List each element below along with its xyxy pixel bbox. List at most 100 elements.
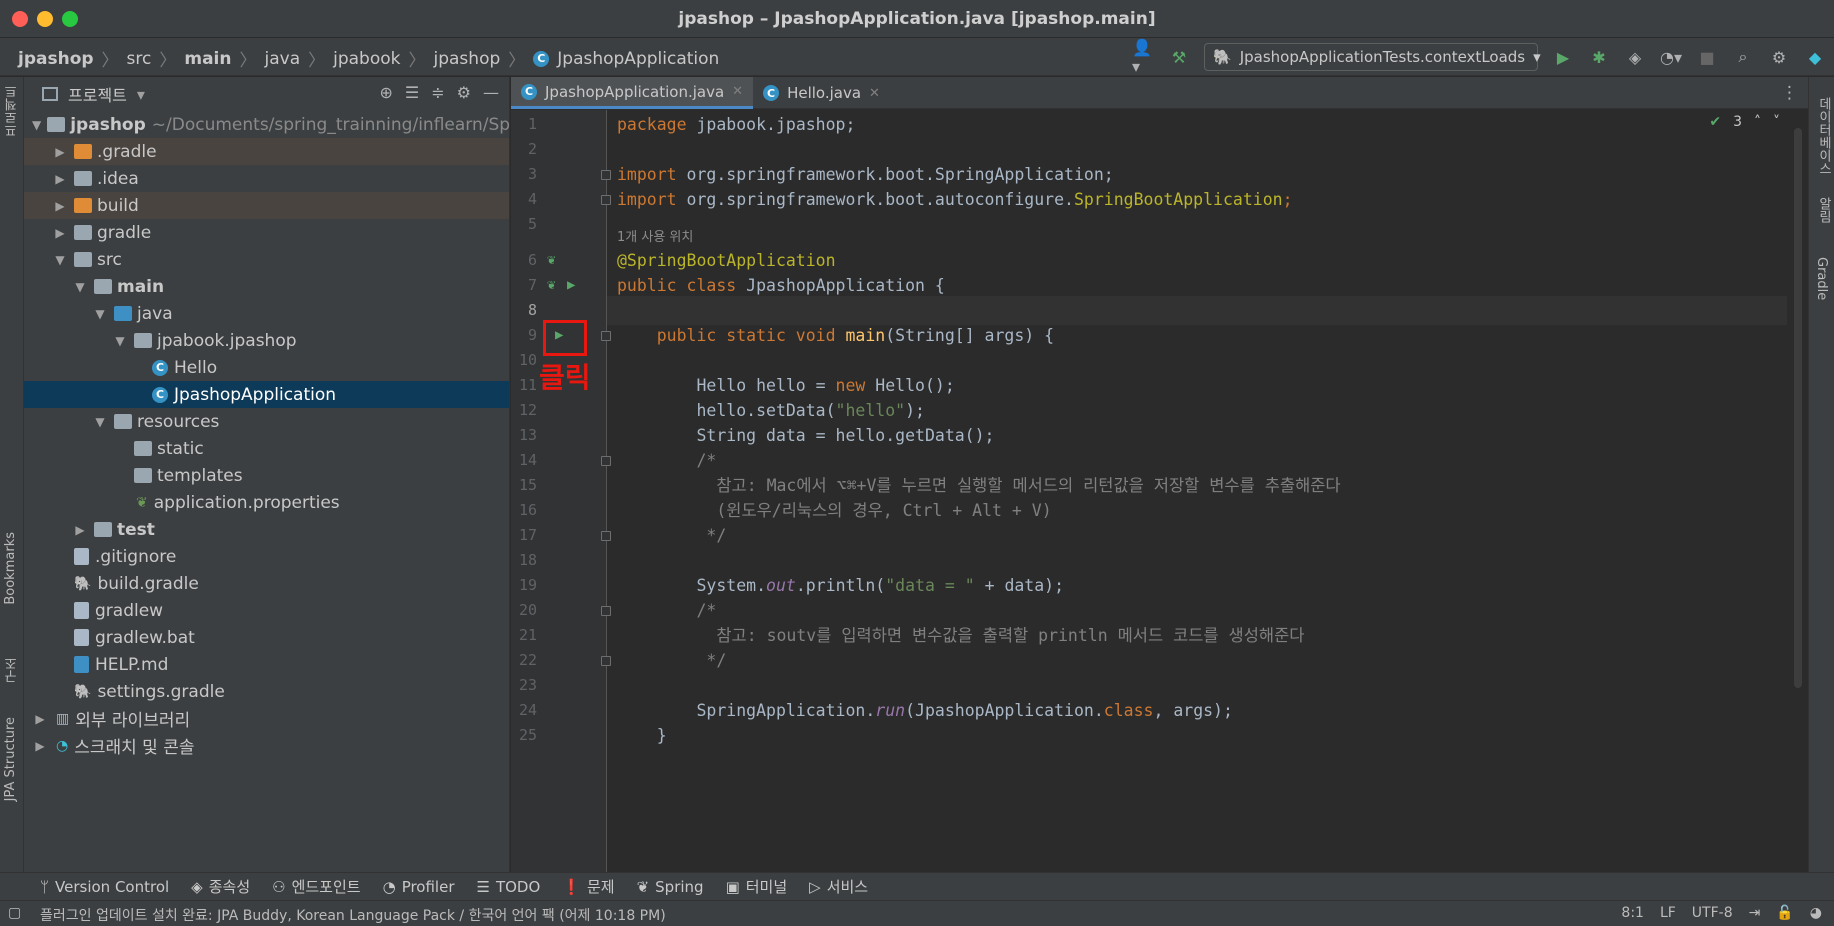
chevron-down-icon[interactable]: ▼ <box>32 118 41 132</box>
lock-icon[interactable]: 🔓 <box>1776 905 1793 921</box>
tool-terminal[interactable]: ▣ 터미널 <box>726 876 788 897</box>
chevron-right-icon[interactable]: ▶ <box>52 145 68 159</box>
tool-dependencies[interactable]: ◈ 종속성 <box>191 876 250 897</box>
tool-todo[interactable]: ☰ TODO <box>477 878 541 896</box>
chevron-right-icon[interactable]: ▶ <box>52 172 68 186</box>
tree-item-gradlew[interactable]: gradlew <box>24 597 509 624</box>
chevron-right-icon[interactable]: ▶ <box>72 523 88 537</box>
tree-root-jpashop[interactable]: ▼ jpashop ~/Documents/spring_trainning/i… <box>24 111 509 138</box>
breadcrumb-item-main[interactable]: main <box>180 49 235 69</box>
chevron-right-icon[interactable]: ▶ <box>32 739 48 753</box>
chevron-down-icon[interactable]: ▼ <box>92 307 108 321</box>
usage-inlay-hint[interactable]: 1개 사용 위치 <box>617 226 693 245</box>
tree-item-jpashop-application[interactable]: C JpashopApplication <box>24 381 509 408</box>
tree-item-src[interactable]: ▼ src <box>24 246 509 273</box>
chevron-right-icon[interactable]: ▶ <box>52 199 68 213</box>
status-message[interactable]: 플러그인 업데이트 설치 완료: JPA Buddy, Korean Langu… <box>40 905 666 925</box>
tab-jpashop-application[interactable]: C JpashopApplication.java ✕ <box>511 77 754 109</box>
fold-marker-icon[interactable] <box>601 456 611 466</box>
chevron-down-icon[interactable]: ▾ <box>137 85 145 104</box>
ide-logo-icon[interactable]: ◆ <box>1804 46 1826 68</box>
jpa-structure-tool-tab[interactable]: JPA Structure <box>3 717 18 801</box>
memory-icon[interactable]: ◕ <box>1810 905 1822 921</box>
tree-item-templates[interactable]: templates <box>24 462 509 489</box>
chevron-down-icon[interactable]: ▼ <box>52 253 68 267</box>
tree-item-dot-gradle[interactable]: ▶ .gradle <box>24 138 509 165</box>
tree-item-hello[interactable]: C Hello <box>24 354 509 381</box>
gradle-tool-tab[interactable]: Gradle <box>1814 257 1829 300</box>
tool-services[interactable]: ▷ 서비스 <box>809 876 868 897</box>
fold-marker-icon[interactable] <box>601 195 611 205</box>
tree-item-gradlew-bat[interactable]: gradlew.bat <box>24 624 509 651</box>
build-hammer-icon[interactable]: ⚒ <box>1168 46 1190 68</box>
more-vertical-icon[interactable]: ⋮ <box>1781 83 1798 103</box>
indent-icon[interactable]: ⇥ <box>1749 905 1761 921</box>
tree-item-settings-gradle[interactable]: 🐘 settings.gradle <box>24 678 509 705</box>
project-panel-title[interactable]: 프로젝트 <box>68 82 127 106</box>
fold-marker-icon[interactable] <box>601 606 611 616</box>
tree-item-test[interactable]: ▶ test <box>24 516 509 543</box>
structure-tool-tab[interactable]: 구조 <box>3 657 22 683</box>
caret-position[interactable]: 8:1 <box>1621 905 1644 921</box>
fold-marker-icon[interactable] <box>601 531 611 541</box>
tree-item-application-properties[interactable]: ❦ application.properties <box>24 489 509 516</box>
tree-item-java[interactable]: ▼ java <box>24 300 509 327</box>
tree-item-help-md[interactable]: HELP.md <box>24 651 509 678</box>
tree-item-resources[interactable]: ▼ resources <box>24 408 509 435</box>
tree-item-static[interactable]: static <box>24 435 509 462</box>
tree-item-main[interactable]: ▼ main <box>24 273 509 300</box>
file-encoding[interactable]: UTF-8 <box>1692 905 1733 921</box>
tree-item-scratches[interactable]: ▶ ◔ 스크래치 및 콘솔 <box>24 732 509 759</box>
collapse-all-icon[interactable]: ≑ <box>431 83 444 102</box>
tool-version-control[interactable]: ᛘ Version Control <box>40 878 169 896</box>
chevron-down-icon[interactable]: ▼ <box>112 334 128 348</box>
tab-hello[interactable]: C Hello.java ✕ <box>753 77 890 109</box>
tool-spring[interactable]: ❦ Spring <box>637 878 704 896</box>
chevron-right-icon[interactable]: ▶ <box>52 226 68 240</box>
user-icon[interactable]: 👤▾ <box>1132 38 1154 76</box>
tree-item-gradle[interactable]: ▶ gradle <box>24 219 509 246</box>
close-icon[interactable]: ✕ <box>732 84 743 99</box>
project-tool-tab[interactable]: 프로젝트 <box>3 85 22 137</box>
chevron-down-icon[interactable]: ▼ <box>72 280 88 294</box>
close-icon[interactable]: ✕ <box>869 86 880 101</box>
fold-marker-icon[interactable] <box>601 331 611 341</box>
panel-toggle-icon[interactable]: ▢ <box>8 905 21 921</box>
tree-item-build[interactable]: ▶ build <box>24 192 509 219</box>
tool-endpoints[interactable]: ⚇ 엔드포인트 <box>272 876 360 897</box>
run-configuration-select[interactable]: 🐘 JpashopApplicationTests.contextLoads ▾ <box>1204 43 1541 71</box>
locate-icon[interactable]: ⊕ <box>380 83 393 102</box>
tree-item-external-libraries[interactable]: ▶ ▥ 외부 라이브러리 <box>24 705 509 732</box>
profiler-icon[interactable]: ◔▾ <box>1660 46 1682 68</box>
tree-item-package[interactable]: ▼ jpabook.jpashop <box>24 327 509 354</box>
gear-icon[interactable]: ⚙ <box>1768 46 1790 68</box>
chevron-right-icon[interactable]: ▶ <box>32 712 48 726</box>
bookmarks-tool-tab[interactable]: Bookmarks <box>3 532 18 605</box>
gear-icon[interactable]: ⚙ <box>457 83 471 102</box>
notifications-tool-tab[interactable]: 알림 <box>1814 197 1833 223</box>
breadcrumb-item-jpashop-pkg[interactable]: jpashop <box>430 49 505 69</box>
database-tool-tab[interactable]: 데이터베이스 <box>1814 97 1833 175</box>
breadcrumb-item-java[interactable]: java <box>261 49 305 69</box>
tree-item-dot-idea[interactable]: ▶ .idea <box>24 165 509 192</box>
expand-all-icon[interactable]: ☰ <box>405 83 419 102</box>
breadcrumb-item-src[interactable]: src <box>123 49 156 69</box>
tool-problems[interactable]: ❗ 문제 <box>562 876 614 897</box>
hide-panel-icon[interactable]: — <box>483 83 499 102</box>
debug-bug-icon[interactable]: ✱ <box>1588 46 1610 68</box>
tool-profiler[interactable]: ◔ Profiler <box>383 878 455 896</box>
tree-item-build-gradle[interactable]: 🐘 build.gradle <box>24 570 509 597</box>
stop-icon[interactable]: ■ <box>1696 46 1718 68</box>
code-editor[interactable]: ✔ 3 ˄ ˅ 1 package jpabook.jpashop; 2 3 i… <box>511 110 1808 872</box>
fold-marker-icon[interactable] <box>601 656 611 666</box>
chevron-down-icon[interactable]: ▼ <box>92 415 108 429</box>
breadcrumb-item-class[interactable]: JpashopApplication <box>553 49 723 69</box>
coverage-icon[interactable]: ◈ <box>1624 46 1646 68</box>
fold-marker-icon[interactable] <box>601 170 611 180</box>
run-icon[interactable]: ▶ <box>1552 46 1574 68</box>
breadcrumb-item-jpashop[interactable]: jpashop <box>14 49 98 69</box>
tree-item-gitignore[interactable]: .gitignore <box>24 543 509 570</box>
line-separator[interactable]: LF <box>1660 905 1676 921</box>
breadcrumb-item-jpabook[interactable]: jpabook <box>329 49 404 69</box>
search-icon[interactable]: ⌕ <box>1732 46 1754 68</box>
